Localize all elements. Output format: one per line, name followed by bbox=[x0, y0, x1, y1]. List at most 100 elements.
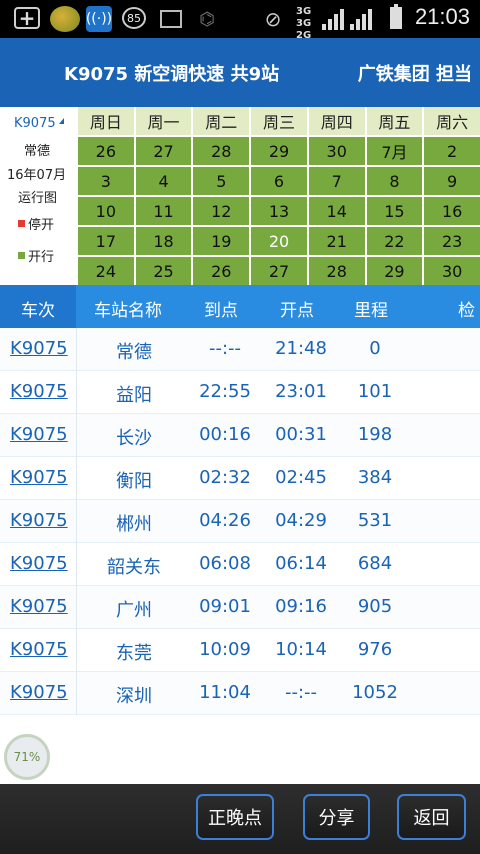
back-button[interactable]: 返回 bbox=[397, 794, 466, 840]
arrive-time: 09:01 bbox=[199, 596, 251, 617]
calendar-day[interactable]: 29 bbox=[366, 257, 423, 285]
calendar-station: 常德 bbox=[24, 144, 51, 159]
calendar-grid: 周日 周一 周二 周三 周四 周五 周六 26 27 28 29 30 7月 2 3 4 5 6 7 8 9 10 11 12… bbox=[78, 107, 480, 285]
calendar-info: K9075 常德 16年07月 运行图 停开 开行 bbox=[0, 107, 78, 285]
calendar-day[interactable]: 28 bbox=[193, 137, 250, 165]
weekday-header: 周五 bbox=[366, 107, 423, 135]
calendar-day[interactable]: 27 bbox=[251, 257, 307, 285]
train-link[interactable]: K9075 bbox=[10, 424, 68, 445]
train-link[interactable]: K9075 bbox=[10, 596, 68, 617]
table-row[interactable]: K9075 东莞 10:09 10:14 976 bbox=[0, 629, 480, 672]
calendar-day[interactable]: 21 bbox=[308, 227, 365, 255]
calendar-day[interactable]: 20 bbox=[251, 227, 307, 255]
station-name: 郴州 bbox=[116, 514, 152, 535]
weekday-header: 周一 bbox=[135, 107, 192, 135]
depart-time: 23:01 bbox=[275, 381, 327, 402]
train-link[interactable]: K9075 bbox=[10, 510, 68, 531]
table-row[interactable]: K9075 长沙 00:16 00:31 198 bbox=[0, 414, 480, 457]
calendar-day[interactable]: 13 bbox=[251, 197, 307, 225]
dropdown-arrow-icon[interactable] bbox=[59, 118, 64, 124]
calendar-day[interactable]: 3 bbox=[78, 167, 134, 195]
calendar-day[interactable]: 12 bbox=[193, 197, 250, 225]
column-divider bbox=[76, 672, 77, 715]
calendar-day[interactable]: 15 bbox=[366, 197, 423, 225]
calendar-day[interactable]: 5 bbox=[193, 167, 250, 195]
calendar-day[interactable]: 4 bbox=[135, 167, 192, 195]
train-link[interactable]: K9075 bbox=[10, 381, 68, 402]
signal-bars-icon bbox=[322, 8, 372, 30]
depart-time: 10:14 bbox=[275, 639, 327, 660]
calendar-day[interactable]: 17 bbox=[78, 227, 134, 255]
signal-off-icon: ⌬ bbox=[199, 8, 215, 30]
train-link[interactable]: K9075 bbox=[10, 338, 68, 359]
table-row[interactable]: K9075 益阳 22:55 23:01 101 bbox=[0, 371, 480, 414]
calendar-day[interactable]: 9 bbox=[424, 167, 480, 195]
calendar-month: 16年07月 bbox=[7, 168, 67, 183]
calendar-day[interactable]: 28 bbox=[308, 257, 365, 285]
arrive-time: 06:08 bbox=[199, 553, 251, 574]
calendar-day[interactable]: 2 bbox=[424, 137, 480, 165]
calendar-day[interactable]: 18 bbox=[135, 227, 192, 255]
calendar-day[interactable]: 22 bbox=[366, 227, 423, 255]
progress-indicator[interactable]: 71% bbox=[4, 734, 50, 780]
train-link[interactable]: K9075 bbox=[10, 553, 68, 574]
mileage: 0 bbox=[369, 338, 381, 359]
train-selector[interactable]: K9075 bbox=[14, 116, 56, 131]
column-divider bbox=[76, 500, 77, 543]
depart-time: 04:29 bbox=[275, 510, 327, 531]
column-divider bbox=[76, 414, 77, 457]
depart-time: 02:45 bbox=[275, 467, 327, 488]
calendar-day[interactable]: 6 bbox=[251, 167, 307, 195]
mileage: 384 bbox=[357, 467, 393, 488]
app-notification-icon bbox=[50, 6, 80, 32]
calendar-day[interactable]: 10 bbox=[78, 197, 134, 225]
table-row[interactable]: K9075 韶关东 06:08 06:14 684 bbox=[0, 543, 480, 586]
calendar-day[interactable]: 11 bbox=[135, 197, 192, 225]
punctuality-button[interactable]: 正晚点 bbox=[196, 794, 274, 840]
bottom-bar: 正晚点 分享 返回 bbox=[0, 784, 480, 854]
calendar-day[interactable]: 23 bbox=[424, 227, 480, 255]
table-row[interactable]: K9075 郴州 04:26 04:29 531 bbox=[0, 500, 480, 543]
network-mid-label: 3G bbox=[296, 18, 312, 29]
calendar-day[interactable]: 19 bbox=[193, 227, 250, 255]
train-link[interactable]: K9075 bbox=[10, 467, 68, 488]
calendar-day[interactable]: 30 bbox=[424, 257, 480, 285]
calendar-day[interactable]: 7月 bbox=[366, 137, 423, 165]
page-title: K9075 新空调快速 共9站 bbox=[64, 64, 280, 85]
col-header-arrive: 到点 bbox=[204, 301, 238, 321]
station-name: 衡阳 bbox=[116, 471, 152, 492]
calendar-day[interactable]: 29 bbox=[251, 137, 307, 165]
mileage: 531 bbox=[357, 510, 393, 531]
calendar-day[interactable]: 30 bbox=[308, 137, 365, 165]
table-row[interactable]: K9075 深圳 11:04 --:-- 1052 bbox=[0, 672, 480, 715]
mileage: 101 bbox=[357, 381, 393, 402]
legend-stop-label: 停开 bbox=[28, 218, 55, 233]
depart-time: --:-- bbox=[284, 682, 318, 703]
calendar-day[interactable]: 16 bbox=[424, 197, 480, 225]
arrive-time: 11:04 bbox=[199, 682, 251, 703]
calendar-day[interactable]: 14 bbox=[308, 197, 365, 225]
column-divider bbox=[76, 457, 77, 500]
station-name: 广州 bbox=[116, 600, 152, 621]
arrive-time: 22:55 bbox=[199, 381, 251, 402]
train-link[interactable]: K9075 bbox=[10, 639, 68, 660]
table-row[interactable]: K9075 常德 --:-- 21:48 0 bbox=[0, 328, 480, 371]
station-name: 深圳 bbox=[116, 686, 152, 707]
calendar-day[interactable]: 8 bbox=[366, 167, 423, 195]
table-row[interactable]: K9075 衡阳 02:32 02:45 384 bbox=[0, 457, 480, 500]
calendar-day[interactable]: 26 bbox=[78, 137, 134, 165]
calendar-day[interactable]: 27 bbox=[135, 137, 192, 165]
calendar-day[interactable]: 24 bbox=[78, 257, 134, 285]
share-button[interactable]: 分享 bbox=[303, 794, 370, 840]
legend-stop: 停开 bbox=[18, 214, 54, 233]
calendar-day[interactable]: 26 bbox=[193, 257, 250, 285]
calendar-day[interactable]: 25 bbox=[135, 257, 192, 285]
mileage: 976 bbox=[357, 639, 393, 660]
app-header: K9075 新空调快速 共9站 广铁集团 担当 bbox=[0, 38, 480, 107]
train-link[interactable]: K9075 bbox=[10, 682, 68, 703]
station-list: K9075 常德 --:-- 21:48 0 K9075 益阳 22:55 23:01 101 K9… bbox=[0, 328, 480, 715]
table-row[interactable]: K9075 广州 09:01 09:16 905 bbox=[0, 586, 480, 629]
calendar-day[interactable]: 7 bbox=[308, 167, 365, 195]
status-bar: + ((·)) 85 ⌬ ⊘ 3G 3G 2G 21:03 bbox=[0, 0, 480, 41]
arrive-time: 10:09 bbox=[199, 639, 251, 660]
